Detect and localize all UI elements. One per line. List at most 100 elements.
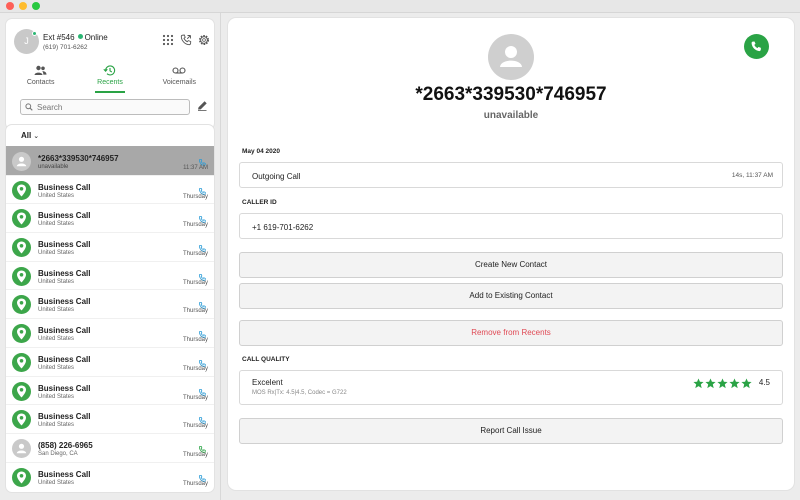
call-quality-details: MOS Rx|Tx: 4.5|4.5, Codec = G722 bbox=[252, 390, 347, 396]
caller-avatar bbox=[12, 238, 31, 258]
call-time: Thursday bbox=[182, 308, 208, 315]
call-time: Thursday bbox=[182, 480, 208, 487]
caller-name: Business Call bbox=[38, 182, 91, 192]
caller-location: unavailable bbox=[38, 164, 69, 170]
call-info-row: Outgoing Call 14s, 11:37 AM bbox=[239, 162, 783, 188]
report-call-issue-button[interactable]: Report Call Issue bbox=[239, 418, 783, 444]
search-icon bbox=[25, 103, 33, 111]
call-time: Thursday bbox=[182, 337, 208, 344]
caller-name: Business Call bbox=[38, 240, 91, 250]
call-date: May 04 2020 bbox=[242, 148, 280, 155]
contacts-icon bbox=[34, 65, 47, 75]
caller-location: United States bbox=[38, 307, 75, 314]
call-time: Thursday bbox=[182, 279, 208, 286]
zoom-window-button[interactable] bbox=[32, 2, 40, 10]
caller-location: United States bbox=[38, 192, 75, 199]
call-time: Thursday bbox=[182, 365, 208, 372]
tab-voicemails[interactable]: Voicemails bbox=[145, 61, 214, 93]
recent-call-row[interactable]: Business Call United States Thursday bbox=[6, 260, 214, 290]
phone-call-icon[interactable] bbox=[180, 33, 192, 46]
business-pin-icon bbox=[12, 324, 31, 344]
compose-icon[interactable] bbox=[196, 100, 208, 112]
phone-icon bbox=[751, 41, 761, 52]
remove-from-recents-button[interactable]: Remove from Recents bbox=[239, 320, 783, 346]
history-icon bbox=[103, 65, 116, 76]
recent-call-row[interactable]: Business Call United States Thursday bbox=[6, 289, 214, 318]
extension-label: Ext #546 bbox=[43, 33, 75, 42]
close-window-button[interactable] bbox=[6, 2, 14, 10]
recent-call-row[interactable]: Business Call United States Thursday bbox=[6, 203, 214, 232]
business-pin-icon bbox=[12, 266, 31, 286]
contact-avatar bbox=[488, 34, 534, 80]
recent-call-row[interactable]: Business Call United States Thursday bbox=[6, 461, 214, 491]
gear-icon[interactable] bbox=[198, 33, 210, 45]
recents-list: *2663*339530*746957 unavailable 11:37 AM Bu… bbox=[6, 146, 214, 490]
account-header: J Ext #546 Online (619) 701-6262 Contacts bbox=[5, 18, 215, 130]
avatar[interactable]: J bbox=[14, 29, 39, 54]
recent-call-row[interactable]: (858) 226-6965 San Diego, CA Thursday bbox=[6, 432, 214, 462]
person-icon bbox=[500, 46, 522, 67]
recent-call-row[interactable]: Business Call United States Thursday bbox=[6, 318, 214, 347]
call-status: unavailable bbox=[483, 110, 539, 121]
filter-dropdown[interactable]: All ⌄ bbox=[6, 125, 214, 146]
caller-location: United States bbox=[38, 250, 75, 257]
create-contact-button[interactable]: Create New Contact bbox=[239, 252, 783, 278]
caller-avatar bbox=[12, 410, 31, 430]
caller-name: Business Call bbox=[38, 383, 91, 393]
call-time: Thursday bbox=[182, 222, 208, 229]
caller-location: San Diego, CA bbox=[38, 450, 78, 457]
add-to-existing-contact-button[interactable]: Add to Existing Contact bbox=[239, 283, 783, 309]
business-pin-icon bbox=[12, 180, 31, 200]
caller-id-value: +1 619-701-6262 bbox=[252, 223, 314, 232]
business-pin-icon bbox=[12, 410, 31, 430]
caller-avatar bbox=[12, 209, 31, 229]
chevron-down-icon: ⌄ bbox=[33, 133, 40, 140]
caller-avatar bbox=[12, 381, 31, 401]
business-pin-icon bbox=[12, 295, 31, 315]
minimize-window-button[interactable] bbox=[19, 2, 27, 10]
call-time: Thursday bbox=[182, 451, 208, 458]
star-icon bbox=[693, 378, 704, 389]
tab-contacts-label: Contacts bbox=[26, 79, 55, 86]
search-input[interactable] bbox=[37, 101, 187, 113]
recent-call-row[interactable]: Business Call United States Thursday bbox=[6, 232, 214, 261]
caller-location: United States bbox=[38, 221, 75, 228]
caller-name: Business Call bbox=[38, 469, 91, 479]
caller-id-row: +1 619-701-6262 bbox=[239, 213, 783, 239]
call-type: Outgoing Call bbox=[252, 172, 301, 181]
call-time: Thursday bbox=[182, 423, 208, 430]
star-icon bbox=[741, 378, 752, 389]
call-duration-time: 14s, 11:37 AM bbox=[731, 172, 773, 179]
call-button[interactable] bbox=[744, 34, 769, 59]
caller-avatar bbox=[12, 438, 31, 458]
call-quality-row: Excelent MOS Rx|Tx: 4.5|4.5, Codec = G72… bbox=[239, 370, 783, 405]
my-phone-number: (619) 701-6262 bbox=[43, 44, 88, 51]
caller-name: Business Call bbox=[38, 211, 91, 221]
recent-call-row[interactable]: Business Call United States Thursday bbox=[6, 375, 214, 405]
call-quality-rating: Excelent bbox=[252, 378, 283, 387]
recent-call-row[interactable]: *2663*339530*746957 unavailable 11:37 AM bbox=[6, 146, 214, 175]
dialpad-icon[interactable] bbox=[162, 33, 174, 46]
caller-name: *2663*339530*746957 bbox=[38, 154, 119, 163]
caller-location: United States bbox=[38, 336, 75, 343]
caller-name: Business Call bbox=[38, 354, 91, 364]
person-icon bbox=[12, 438, 31, 458]
business-pin-icon bbox=[12, 352, 31, 372]
call-quality-score: 4.5 bbox=[758, 378, 770, 387]
filter-label: All bbox=[21, 131, 32, 140]
call-time: Thursday bbox=[182, 394, 208, 401]
star-rating bbox=[693, 378, 752, 389]
recent-call-row[interactable]: Business Call United States Thursday bbox=[6, 174, 214, 204]
header-actions bbox=[162, 33, 210, 46]
star-icon bbox=[729, 378, 740, 389]
caller-avatar bbox=[12, 295, 31, 315]
tab-contacts[interactable]: Contacts bbox=[6, 61, 75, 93]
caller-avatar bbox=[12, 152, 31, 171]
recent-call-row[interactable]: Business Call United States Thursday bbox=[6, 346, 214, 376]
call-number: *2663*339530*746957 bbox=[415, 84, 607, 105]
online-indicator bbox=[32, 31, 37, 36]
tab-recents[interactable]: Recents bbox=[75, 61, 144, 93]
avatar-initial: J bbox=[24, 36, 29, 46]
recent-call-row[interactable]: Business Call United States Thursday bbox=[6, 404, 214, 433]
call-time: 11:37 AM bbox=[183, 165, 208, 171]
